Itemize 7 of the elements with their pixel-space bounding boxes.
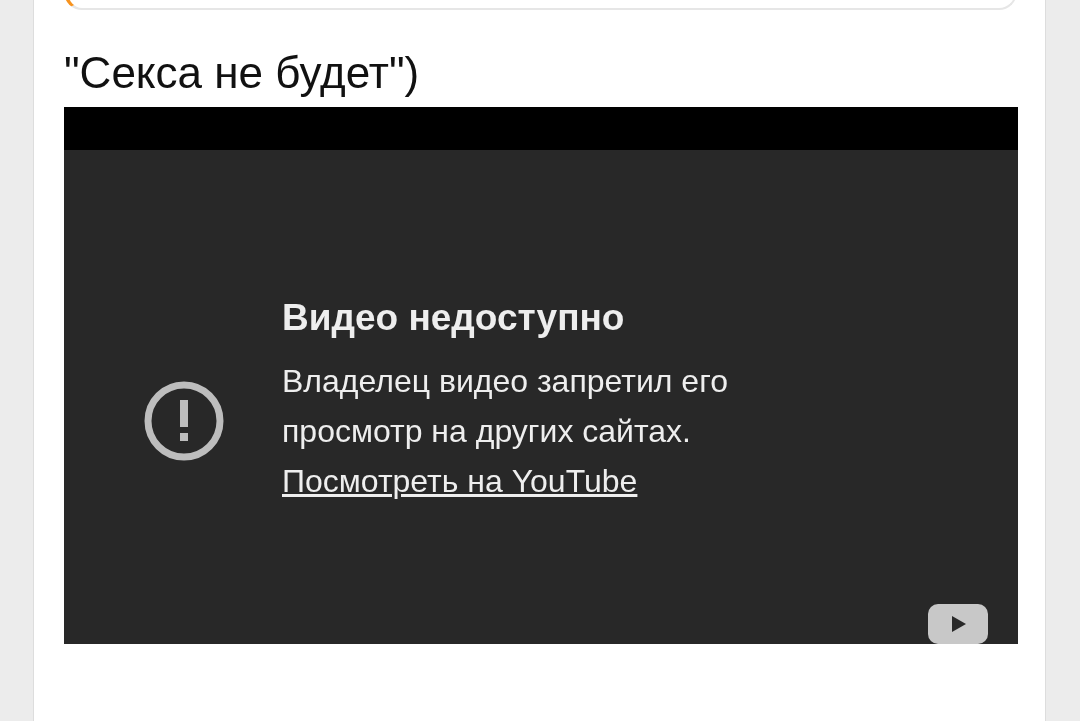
watch-on-youtube-link[interactable]: Посмотреть на YouTube bbox=[282, 456, 638, 506]
alert-icon bbox=[143, 380, 225, 462]
video-player[interactable]: Видео недоступно Владелец видео запретил его просмотр на других сайтах. Посмотреть на YouTube bbox=[64, 107, 1018, 644]
post-heading: "Секса не будет") bbox=[64, 48, 421, 98]
video-unavailable-title: Видео недоступно bbox=[282, 296, 626, 340]
video-message: Владелец видео запретил его просмотр на других сайтах. bbox=[282, 362, 729, 451]
play-icon[interactable] bbox=[928, 604, 988, 644]
